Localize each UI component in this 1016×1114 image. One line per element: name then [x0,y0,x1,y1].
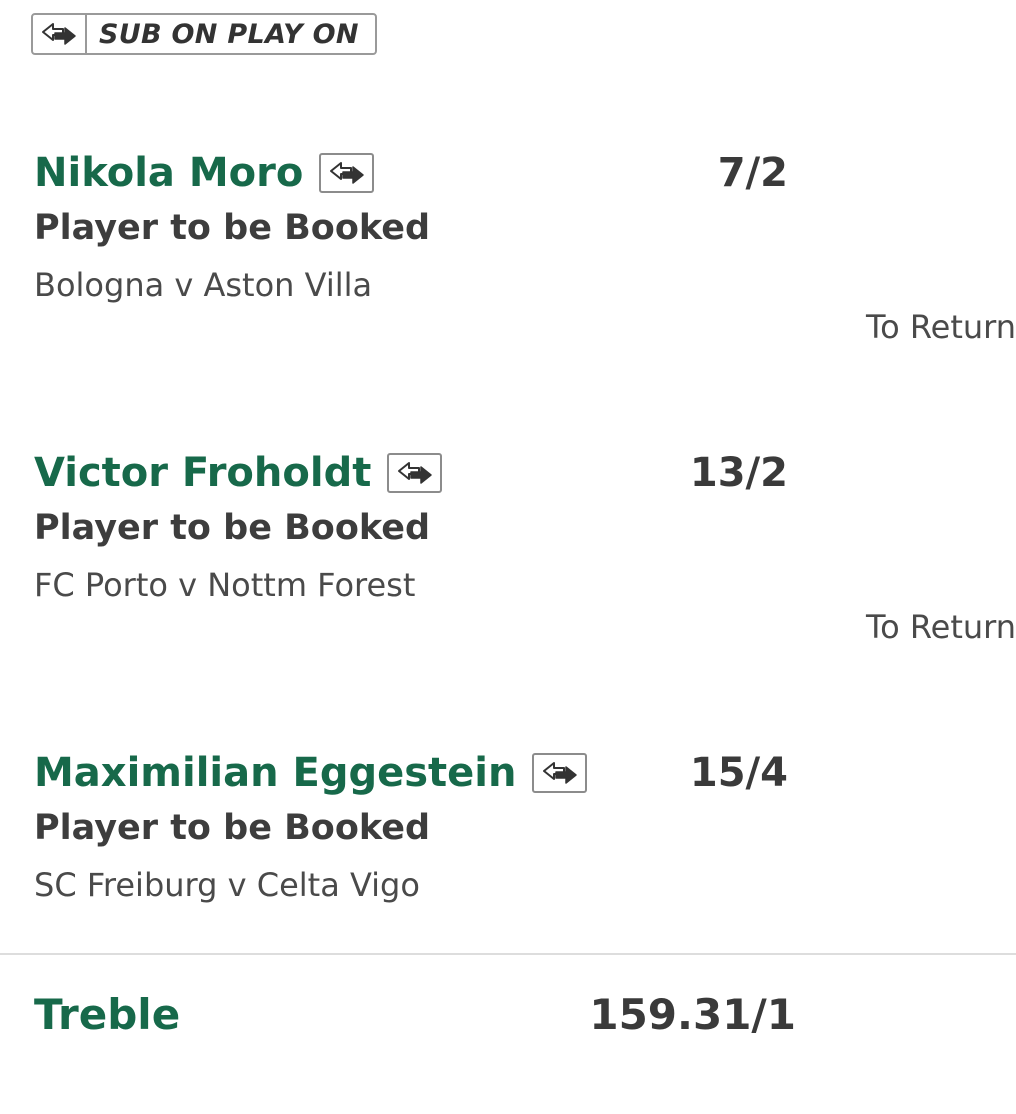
bet-selection: Maximilian Eggestein 15/4 Player to be B… [0,748,1016,948]
selection-name-row: Victor Froholdt [34,448,443,498]
substitution-arrows-icon[interactable] [532,753,588,793]
selection-player-name: Maximilian Eggestein [34,750,517,796]
sub-on-play-on-badge: SUB ON PLAY ON [31,13,377,55]
substitution-arrows-icon[interactable] [387,453,443,493]
to-return-label: To Return [866,308,1016,346]
selection-market: Player to be Booked [34,808,431,848]
selection-market: Player to be Booked [34,508,431,548]
selection-market: Player to be Booked [34,208,431,248]
bet-selection: Nikola Moro 7/2 Player to be Booked Bolo… [0,148,1016,348]
selection-player-name: Nikola Moro [34,150,304,196]
multiple-bet-label: Treble [34,990,181,1039]
selection-name-row: Maximilian Eggestein [34,748,588,798]
sub-on-play-on-label: SUB ON PLAY ON [99,18,359,50]
selection-odds: 15/4 [689,750,788,796]
selection-event: SC Freiburg v Celta Vigo [34,866,420,904]
multiple-bet-odds: 159.31/1 [589,990,796,1039]
bet-selection: Victor Froholdt 13/2 Player to be Booked… [0,448,1016,648]
divider [0,953,1016,955]
selection-name-row: Nikola Moro [34,148,375,198]
selection-event: FC Porto v Nottm Forest [34,566,416,604]
selection-odds: 7/2 [717,150,788,196]
to-return-label: To Return [866,608,1016,646]
selection-event: Bologna v Aston Villa [34,266,373,304]
substitution-arrows-icon[interactable] [319,153,375,193]
selection-player-name: Victor Froholdt [34,450,372,496]
substitution-arrows-icon [33,15,87,53]
selection-odds: 13/2 [689,450,788,496]
